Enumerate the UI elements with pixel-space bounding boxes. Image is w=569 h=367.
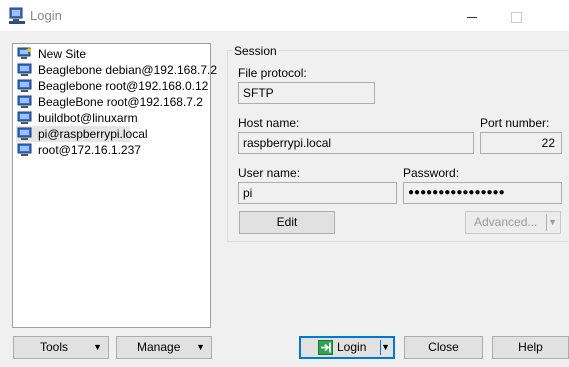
- close-button[interactable]: Close: [404, 336, 483, 359]
- site-label: Beaglebone root@192.168.0.12: [38, 79, 209, 93]
- computer-icon: [17, 79, 32, 92]
- computer-icon: [17, 143, 32, 156]
- session-group-title: Session: [232, 44, 279, 58]
- login-icon: [318, 340, 333, 355]
- site-list[interactable]: New Site Beaglebone debian@192.168.7.2 B…: [12, 43, 217, 328]
- computer-icon: [17, 127, 32, 140]
- computer-icon: [17, 63, 32, 76]
- window-title: Login: [30, 8, 62, 23]
- maximize-icon: [510, 11, 522, 23]
- advanced-label: Advanced...: [474, 215, 538, 229]
- password-field[interactable]: ●●●●●●●●●●●●●●●●: [403, 182, 562, 204]
- site-label: buildbot@linuxarm: [38, 111, 138, 125]
- site-label: New Site: [38, 47, 87, 61]
- close-window-button[interactable]: [540, 3, 569, 29]
- tools-label: Tools: [40, 340, 69, 354]
- chevron-down-icon: ▼: [93, 342, 102, 352]
- port-number-field[interactable]: 22: [480, 132, 562, 154]
- manage-button[interactable]: Manage ▼: [116, 336, 212, 359]
- file-protocol-label: File protocol:: [238, 66, 307, 80]
- user-name-field[interactable]: pi: [238, 182, 397, 204]
- site-label: pi@raspberrypi.local: [38, 127, 148, 141]
- file-protocol-select[interactable]: SFTP: [238, 82, 375, 104]
- chevron-down-icon[interactable]: ▼: [548, 212, 557, 233]
- computer-icon: [17, 111, 32, 124]
- login-button[interactable]: Login ▼: [299, 336, 395, 359]
- chevron-down-icon: ▼: [196, 342, 205, 352]
- site-item-new-site[interactable]: New Site: [16, 46, 86, 62]
- computer-icon: [17, 95, 32, 108]
- site-item-root-172[interactable]: root@172.16.1.237: [16, 142, 141, 158]
- split-separator: [546, 214, 547, 231]
- password-label: Password:: [403, 166, 460, 180]
- new-site-icon: [17, 47, 32, 59]
- site-label: Beaglebone debian@192.168.7.2: [38, 63, 218, 77]
- edit-button[interactable]: Edit: [239, 211, 335, 234]
- host-name-label: Host name:: [238, 116, 300, 130]
- minimize-button[interactable]: [452, 3, 492, 29]
- title-bar: Login: [0, 0, 569, 31]
- minimize-icon: [467, 16, 477, 18]
- site-item-beaglebone-root-0-12[interactable]: Beaglebone root@192.168.0.12: [16, 78, 208, 94]
- login-label: Login: [337, 340, 367, 354]
- port-number-label: Port number:: [480, 116, 550, 130]
- help-button[interactable]: Help: [492, 336, 569, 359]
- site-item-beaglebone-debian[interactable]: Beaglebone debian@192.168.7.2: [16, 62, 217, 78]
- maximize-button[interactable]: [496, 3, 536, 29]
- site-item-beaglebone-root-7-2[interactable]: BeagleBone root@192.168.7.2: [16, 94, 203, 110]
- winscp-app-icon: [9, 7, 25, 24]
- site-label: BeagleBone root@192.168.7.2: [38, 95, 203, 109]
- host-name-field[interactable]: raspberrypi.local: [238, 132, 474, 154]
- site-item-buildbot[interactable]: buildbot@linuxarm: [16, 110, 138, 126]
- user-name-label: User name:: [238, 166, 301, 180]
- site-label: root@172.16.1.237: [38, 143, 141, 157]
- tools-button[interactable]: Tools ▼: [13, 336, 109, 359]
- site-item-raspberrypi[interactable]: pi@raspberrypi.local: [16, 126, 148, 142]
- advanced-button[interactable]: Advanced... ▼: [465, 211, 561, 234]
- chevron-down-icon[interactable]: ▼: [381, 338, 390, 357]
- manage-label: Manage: [137, 340, 181, 354]
